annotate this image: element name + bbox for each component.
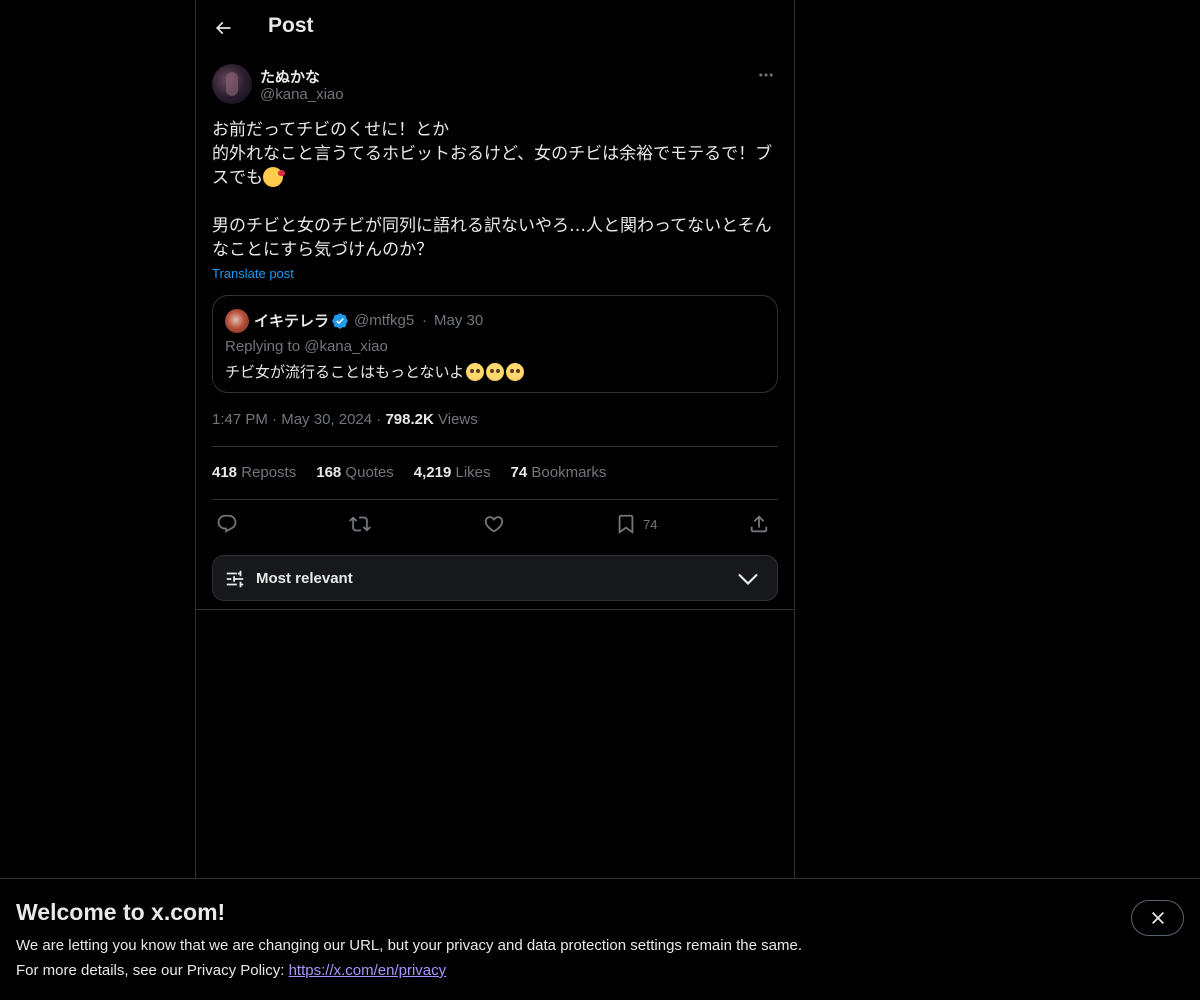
author-handle[interactable]: @kana_xiao xyxy=(260,86,344,103)
pleading-face-emoji-icon xyxy=(506,362,525,381)
separator-dot: · xyxy=(372,411,386,428)
stat-label: Quotes xyxy=(341,464,394,481)
stat-label: Reposts xyxy=(237,464,297,481)
tweet-date[interactable]: May 30, 2024 xyxy=(281,411,372,428)
back-button[interactable] xyxy=(206,11,240,45)
repost-icon xyxy=(349,516,371,532)
page-title: Post xyxy=(268,14,314,37)
close-banner-button[interactable] xyxy=(1131,900,1184,936)
more-options-button[interactable] xyxy=(754,64,778,86)
share-button[interactable] xyxy=(748,508,770,540)
replying-prefix: Replying to xyxy=(225,338,305,355)
stat-label: Bookmarks xyxy=(527,464,607,481)
reply-sort-dropdown[interactable]: Most relevant xyxy=(212,555,778,601)
translate-post-link[interactable]: Translate post xyxy=(212,266,294,281)
quote-text-body: チビ女が流行ることはもっとないよ xyxy=(225,363,465,381)
heart-icon xyxy=(484,516,504,533)
stat-likes[interactable]: 4,219 Likes xyxy=(414,464,491,481)
quote-display-name[interactable]: イキテレラ xyxy=(254,310,329,331)
stat-bookmarks[interactable]: 74 Bookmarks xyxy=(511,464,607,481)
post-header: Post xyxy=(196,0,794,54)
primary-column: Post たぬかな @kana_xiao お前だってチビのくせに！とか 的外れな… xyxy=(195,0,795,1000)
close-icon xyxy=(1151,912,1164,924)
divider xyxy=(212,499,778,500)
reply-button[interactable] xyxy=(216,508,238,540)
quote-text: チビ女が流行ることはもっとないよ xyxy=(225,361,525,382)
views-count: 798.2K xyxy=(385,411,434,428)
stat-label: Likes xyxy=(451,464,491,481)
bookmark-button[interactable]: 74 xyxy=(615,508,657,540)
privacy-policy-link[interactable]: https://x.com/en/privacy xyxy=(289,962,447,979)
replying-to: Replying to @kana_xiao xyxy=(225,338,388,355)
domain-change-banner: Welcome to x.com! We are letting you kno… xyxy=(0,878,1200,1000)
bookmark-count: 74 xyxy=(643,516,658,532)
separator-dot: · xyxy=(422,312,427,329)
quote-avatar[interactable] xyxy=(225,309,249,333)
tweet-time[interactable]: 1:47 PM xyxy=(212,411,268,428)
quoted-tweet[interactable]: イキテレラ @mtfkg5 · May 30 Replying to @kana… xyxy=(212,295,778,393)
stat-quotes[interactable]: 168 Quotes xyxy=(316,464,394,481)
sliders-icon xyxy=(226,570,244,588)
sort-label: Most relevant xyxy=(256,570,353,587)
tweet-line: スでも xyxy=(212,168,263,188)
tweet-author: たぬかな @kana_xiao xyxy=(212,64,778,108)
author-display-name[interactable]: たぬかな xyxy=(260,66,320,87)
divider xyxy=(212,446,778,447)
views-label: Views xyxy=(433,411,478,428)
replying-handle[interactable]: @kana_xiao xyxy=(304,338,388,355)
separator-dot: · xyxy=(267,411,282,428)
verified-badge-icon xyxy=(332,313,348,329)
banner-privacy-line: For more details, see our Privacy Policy… xyxy=(16,962,446,979)
more-dots-icon xyxy=(759,73,773,77)
tweet-text: お前だってチビのくせに！とか 的外れなこと言うてるホビットおるけど、女のチビは余… xyxy=(212,118,778,262)
avatar[interactable] xyxy=(212,64,252,104)
stat-count: 168 xyxy=(316,464,342,481)
banner-message: We are letting you know that we are chan… xyxy=(16,937,802,954)
repost-button[interactable] xyxy=(349,508,371,540)
tweet-actions: 74 xyxy=(212,508,778,540)
bookmark-icon xyxy=(618,514,634,535)
pleading-face-emoji-icon xyxy=(486,362,505,381)
share-icon xyxy=(750,515,768,533)
tweet-line: 男のチビと女のチビが同列に語れる訳ないやろ…人と関わってないとそん xyxy=(212,216,772,236)
stat-reposts[interactable]: 418 Reposts xyxy=(212,464,296,481)
reply-icon xyxy=(217,514,237,533)
quote-handle[interactable]: @mtfkg5 xyxy=(354,312,414,329)
stat-count: 4,219 xyxy=(413,464,452,481)
stat-count: 74 xyxy=(510,464,528,481)
tweet-meta: 1:47 PM · May 30, 2024 · 798.2K Views xyxy=(212,411,478,428)
pleading-face-emoji-icon xyxy=(466,362,485,381)
kissing-face-emoji-icon xyxy=(263,167,285,187)
chevron-down-icon xyxy=(738,573,758,586)
quote-date[interactable]: May 30 xyxy=(434,312,483,329)
like-button[interactable] xyxy=(483,508,505,540)
banner-privacy-prefix: For more details, see our Privacy Policy… xyxy=(16,962,289,979)
divider xyxy=(196,609,794,610)
tweet-line: 的外れなこと言うてるホビットおるけど、女のチビは余裕でモテるで！ブ xyxy=(212,144,773,164)
stat-count: 418 xyxy=(212,464,238,481)
tweet-line: お前だってチビのくせに！とか xyxy=(212,120,450,140)
banner-title: Welcome to x.com! xyxy=(16,899,226,925)
tweet-line: なことにすら気づけんのか？ xyxy=(212,240,434,260)
tweet-stats: 418 Reposts 168 Quotes 4,219 Likes 74 Bo… xyxy=(212,464,606,481)
arrow-left-icon xyxy=(215,21,231,35)
